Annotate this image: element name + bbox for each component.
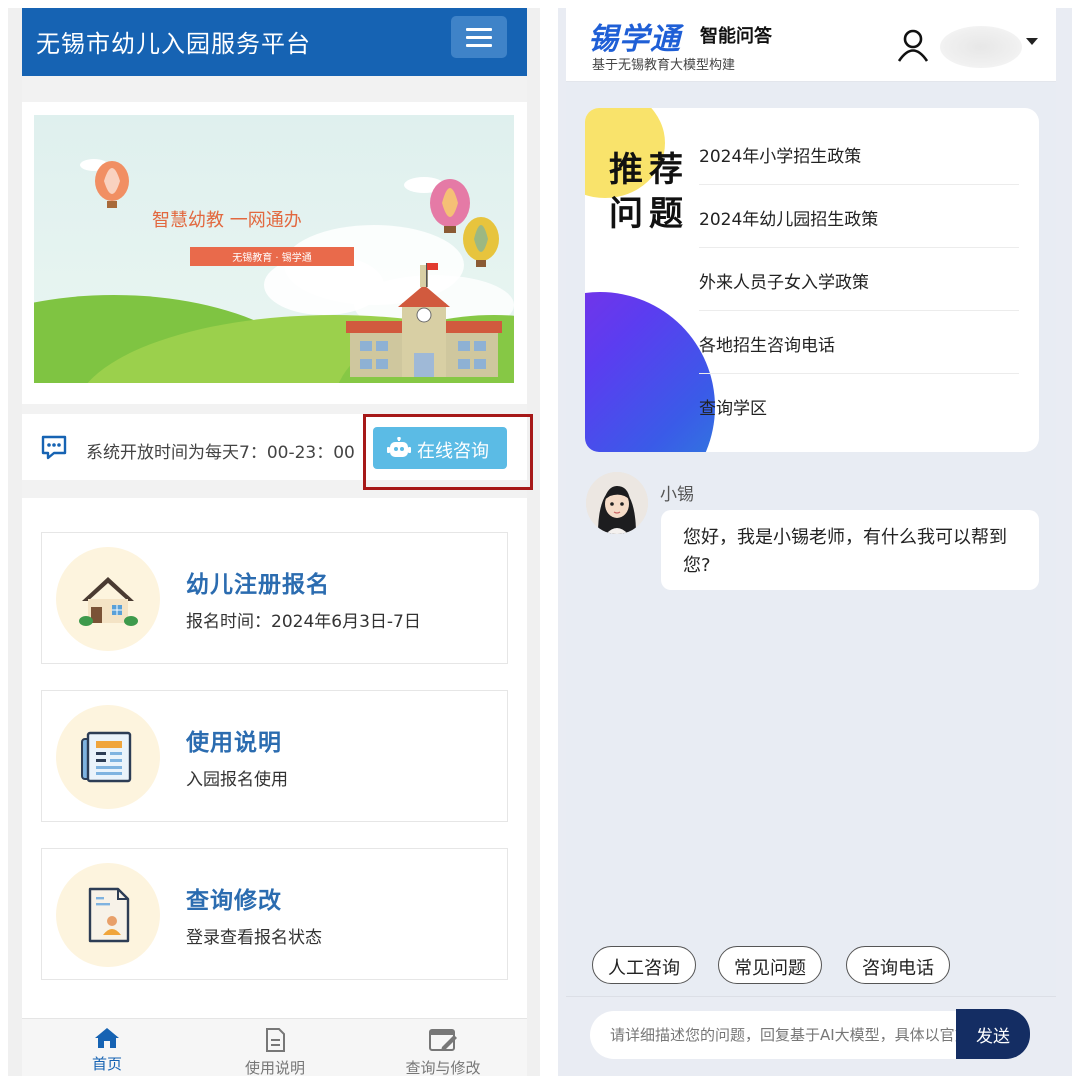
chat-bubble: 您好，我是小锡老师，有什么我可以帮到您?: [661, 510, 1039, 590]
recommend-item[interactable]: 2024年幼儿园招生政策: [699, 185, 1019, 248]
brand-logo: 锡学通: [588, 22, 681, 57]
quick-button-human[interactable]: 人工咨询: [592, 946, 696, 984]
bot-avatar: [586, 472, 648, 534]
hamburger-menu-icon[interactable]: [451, 16, 507, 58]
recommend-item[interactable]: 各地招生咨询电话: [699, 311, 1019, 374]
chat-header: 锡学通 智能问答 基于无锡教育大模型构建: [566, 8, 1056, 82]
nav-label: 首页: [91, 1055, 122, 1073]
input-bar: 发送: [566, 996, 1056, 1076]
open-hours-text: 系统开放时间为每天7：00-23：00: [86, 443, 355, 463]
left-screen: 无锡市幼儿入园服务平台 智慧幼教 一网通办 无锡教育 · 锡学通 系统开放时间为…: [8, 8, 540, 1076]
banner-card: 智慧幼教 一网通办 无锡教育 · 锡学通: [22, 102, 527, 404]
message-icon: [41, 435, 67, 460]
card-subtitle: 入园报名使用: [186, 770, 288, 790]
avatar[interactable]: [940, 26, 1022, 68]
banner-ribbon: 无锡教育 · 锡学通: [232, 251, 312, 264]
card-title: 查询修改: [186, 888, 282, 914]
recommend-card: 推荐 问题 2024年小学招生政策 2024年幼儿园招生政策 外来人员子女入学政策…: [585, 108, 1039, 452]
notice-bar: 系统开放时间为每天7：00-23：00 在线咨询: [22, 414, 533, 490]
bottom-nav: 首页 使用说明 查询与修改: [22, 1018, 527, 1076]
banner-image[interactable]: 智慧幼教 一网通办 无锡教育 · 锡学通: [34, 115, 514, 383]
recommend-item[interactable]: 2024年小学招生政策: [699, 122, 1019, 185]
message-input[interactable]: [590, 1011, 960, 1059]
brand-description: 基于无锡教育大模型构建: [592, 58, 736, 73]
banner-slogan: 智慧幼教 一网通办: [152, 210, 302, 231]
recommend-item[interactable]: 查询学区: [699, 374, 1019, 437]
card-title: 使用说明: [186, 730, 282, 756]
nav-label: 使用说明: [244, 1059, 305, 1076]
nav-instructions[interactable]: 使用说明: [210, 1027, 340, 1076]
card-subtitle: 登录查看报名状态: [186, 928, 322, 948]
edit-window-icon: [429, 1029, 457, 1051]
card-subtitle: 报名时间：2024年6月3日-7日: [186, 612, 421, 632]
card-icon-circle: [56, 547, 160, 651]
card-icon-circle: [56, 863, 160, 967]
quick-button-faq[interactable]: 常见问题: [718, 946, 822, 984]
nav-home[interactable]: 首页: [42, 1027, 172, 1074]
document-icon: [81, 731, 132, 783]
card-instructions[interactable]: 使用说明 入园报名使用: [41, 690, 508, 822]
brand-subtitle: 智能问答: [700, 26, 772, 47]
nav-label: 查询与修改: [405, 1059, 481, 1076]
page-title: 无锡市幼儿入园服务平台: [36, 30, 311, 58]
doc-outline-icon: [266, 1028, 285, 1052]
card-register[interactable]: 幼儿注册报名 报名时间：2024年6月3日-7日: [41, 532, 508, 664]
card-title: 幼儿注册报名: [186, 572, 330, 598]
card-query[interactable]: 查询修改 登录查看报名状态: [41, 848, 508, 980]
quick-button-phone[interactable]: 咨询电话: [846, 946, 950, 984]
recommend-title: 推荐 问题: [609, 148, 699, 236]
highlight-box: [363, 414, 533, 490]
right-screen: 锡学通 智能问答 基于无锡教育大模型构建 推荐 问题 2024年小学招生政策 20…: [558, 8, 1072, 1076]
chevron-down-icon[interactable]: [1026, 38, 1038, 45]
user-icon[interactable]: [896, 28, 930, 62]
chat-app: 锡学通 智能问答 基于无锡教育大模型构建 推荐 问题 2024年小学招生政策 20…: [566, 8, 1056, 1076]
service-cards: 幼儿注册报名 报名时间：2024年6月3日-7日 使用说明 入园报名使用 查询修…: [22, 498, 527, 1018]
home-icon: [95, 1028, 119, 1048]
recommend-title-text: 推荐 问题: [609, 150, 689, 234]
profile-doc-icon: [88, 887, 130, 943]
card-icon-circle: [56, 705, 160, 809]
bot-name: 小锡: [660, 485, 694, 505]
send-button[interactable]: 发送: [956, 1009, 1030, 1059]
top-bar: 无锡市幼儿入园服务平台: [22, 8, 527, 76]
decor-purple-blob: [585, 292, 715, 452]
recommend-item[interactable]: 外来人员子女入学政策: [699, 248, 1019, 311]
left-app: 无锡市幼儿入园服务平台 智慧幼教 一网通办 无锡教育 · 锡学通 系统开放时间为…: [22, 8, 533, 1076]
nav-query[interactable]: 查询与修改: [378, 1027, 508, 1076]
house-icon: [79, 577, 138, 626]
